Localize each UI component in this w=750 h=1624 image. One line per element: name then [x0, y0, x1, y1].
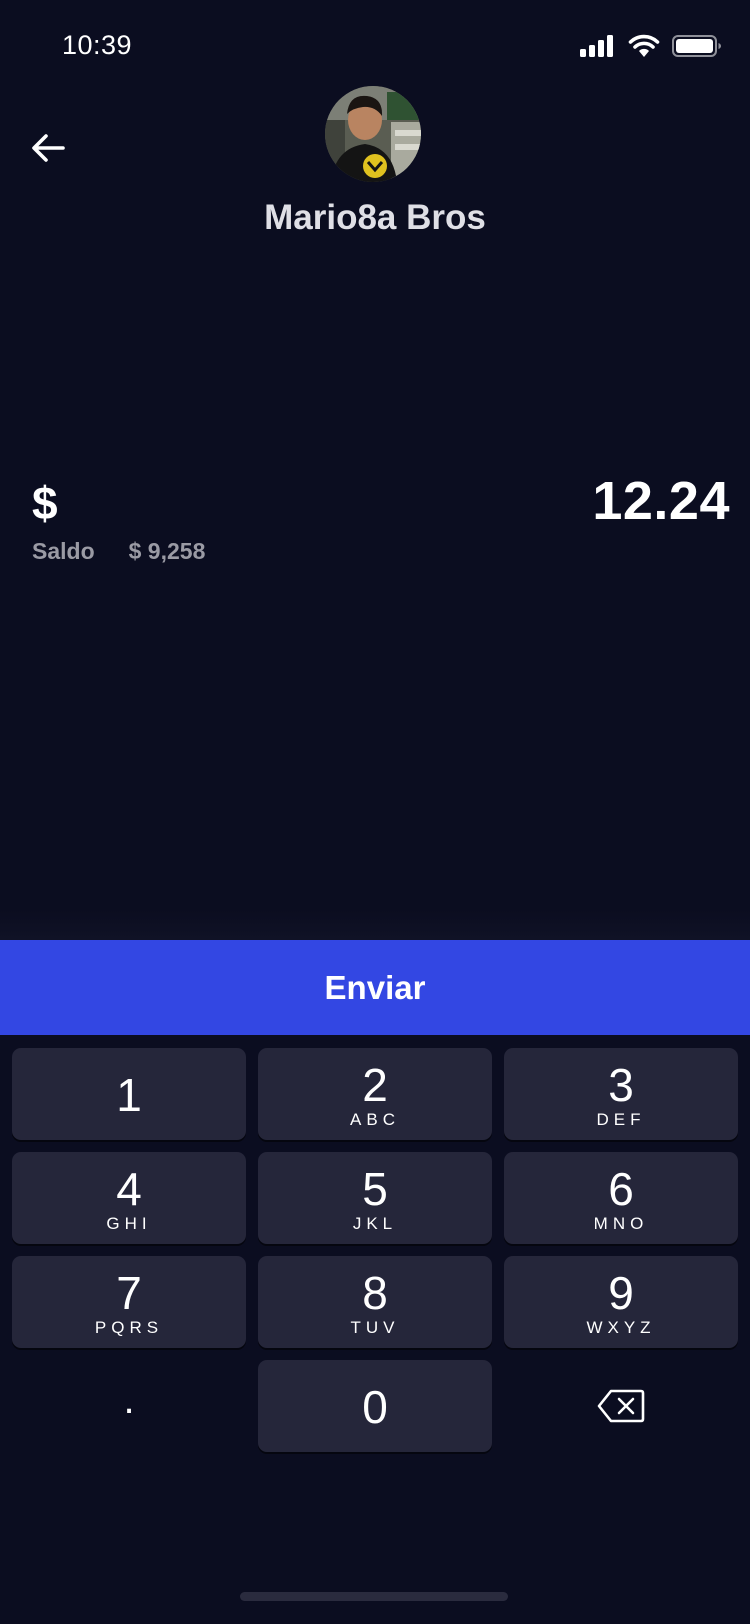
key-letters: ABC: [350, 1110, 400, 1129]
contact-name: Mario8a Bros: [264, 198, 486, 237]
delete-key[interactable]: [504, 1360, 738, 1452]
key-letters: MNO: [593, 1214, 649, 1233]
profile-photo: [325, 86, 421, 182]
key-digit: 8: [362, 1267, 388, 1319]
key-letters: GHI: [106, 1214, 152, 1233]
key-digit: 5: [362, 1163, 388, 1215]
currency-symbol: $: [32, 477, 58, 529]
send-button[interactable]: Enviar: [0, 940, 750, 1035]
balance-label: Saldo: [32, 538, 95, 564]
key-digit: 4: [116, 1163, 142, 1215]
key-0[interactable]: 0: [258, 1360, 492, 1452]
key-1[interactable]: 1: [12, 1048, 246, 1140]
key-9[interactable]: 9 WXYZ: [504, 1256, 738, 1348]
key-letters: TUV: [350, 1318, 400, 1337]
key-digit: 1: [116, 1069, 142, 1121]
status-icons: [580, 34, 722, 58]
key-digit: 6: [608, 1163, 634, 1215]
key-8[interactable]: 8 TUV: [258, 1256, 492, 1348]
key-letters: PQRS: [94, 1318, 164, 1337]
key-letters: WXYZ: [586, 1318, 656, 1337]
home-indicator: [240, 1592, 508, 1601]
status-time: 10:39: [62, 30, 133, 60]
balance-row: Saldo $ 9,258: [32, 538, 205, 565]
key-4[interactable]: 4 GHI: [12, 1152, 246, 1244]
key-3[interactable]: 3 DEF: [504, 1048, 738, 1140]
key-digit: 9: [608, 1267, 634, 1319]
key-letters: JKL: [352, 1214, 398, 1233]
key-7[interactable]: 7 PQRS: [12, 1256, 246, 1348]
amount-input[interactable]: 12.24: [592, 470, 730, 532]
key-6[interactable]: 6 MNO: [504, 1152, 738, 1244]
numeric-keypad: 1 2 ABC 3 DEF 4 GHI 5 JKL 6 MNO 7 PQRS 8…: [0, 1035, 750, 1624]
battery-icon: [672, 35, 721, 57]
key-5[interactable]: 5 JKL: [258, 1152, 492, 1244]
key-digit: 2: [362, 1059, 388, 1111]
signal-icon: [580, 35, 613, 57]
backspace-icon: [597, 1389, 645, 1423]
arrow-left-icon: [32, 134, 65, 162]
keyboard-shade: [0, 910, 750, 940]
avatar[interactable]: [325, 86, 421, 182]
key-digit: 7: [116, 1267, 142, 1319]
key-2[interactable]: 2 ABC: [258, 1048, 492, 1140]
key-letters: DEF: [596, 1110, 646, 1129]
back-button[interactable]: [22, 122, 74, 174]
key-digit: 0: [362, 1381, 388, 1433]
balance-value: $ 9,258: [128, 538, 206, 564]
status-bar: 10:39: [0, 0, 750, 92]
wifi-icon: [628, 34, 660, 57]
decimal-label: .: [123, 1377, 135, 1422]
key-decimal[interactable]: .: [12, 1360, 246, 1452]
key-digit: 3: [608, 1059, 634, 1111]
